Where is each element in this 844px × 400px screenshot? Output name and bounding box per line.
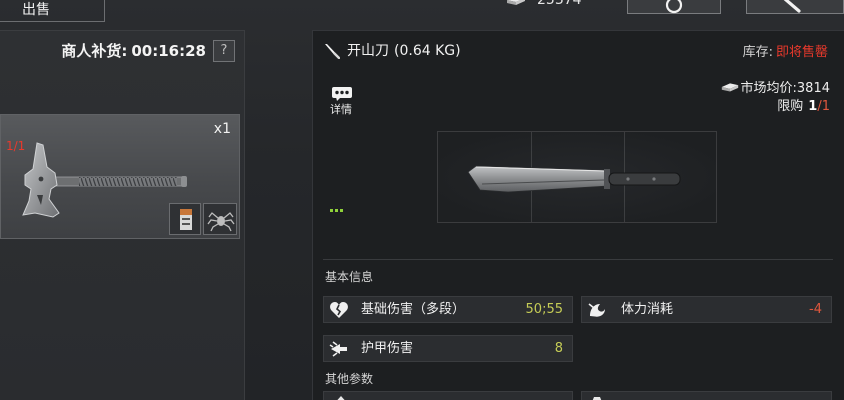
stat-value: 50;55 <box>525 302 563 317</box>
purchase-limit: 限购 1/1 <box>777 99 830 115</box>
details-label: 详情 <box>330 103 352 116</box>
basic-info-title: 基本信息 <box>325 270 374 284</box>
item-thumbnail-icon <box>180 209 192 230</box>
quality-dot <box>340 209 343 212</box>
restock-time: 00:16:28 <box>131 42 206 60</box>
attribute-icon <box>592 397 602 400</box>
purchase-limit-value: 1 <box>808 99 818 114</box>
item-purchase-limit: 1/1 <box>6 139 26 153</box>
item-title: 开山刀 (0.64 KG) <box>324 43 461 59</box>
knife-icon <box>325 44 340 59</box>
sell-tab[interactable]: 出售 <box>0 0 105 22</box>
stat-armor-damage: 护甲伤害 8 <box>323 335 573 362</box>
stat-stamina-cost: 体力消耗 -4 <box>581 296 832 323</box>
item-card[interactable]: x1 1/1 <box>0 114 240 239</box>
back-icon <box>783 0 801 13</box>
currency-balance: 25374 <box>505 0 582 7</box>
quality-dot <box>335 209 338 212</box>
other-params-title: 其他参数 <box>325 372 374 386</box>
sell-tab-label: 出售 <box>22 2 50 18</box>
refresh-icon <box>665 0 683 14</box>
market-price-label: 市场均价: <box>740 81 797 96</box>
item-weight: (0.64 KG) <box>394 43 461 59</box>
stat-row-partial <box>581 391 832 400</box>
stat-value: -4 <box>809 302 822 317</box>
item-preview-grid <box>437 131 717 223</box>
stat-base-damage: 基础伤害（多段） 50;55 <box>323 296 573 323</box>
item-detail-panel: 开山刀 (0.64 KG) 库存: 即将售罄 详情 市场均价: 3814 限购 1/1 <box>312 30 844 400</box>
back-button[interactable] <box>746 0 844 14</box>
stock-status-value: 即将售罄 <box>775 45 828 60</box>
help-button[interactable]: ? <box>213 40 235 62</box>
quality-indicator <box>330 209 343 212</box>
purchase-limit-label: 限购 <box>777 99 804 114</box>
item-thumbnail-button[interactable] <box>169 203 201 235</box>
item-quantity: x1 <box>213 121 231 137</box>
armor-pierce-icon <box>329 341 347 357</box>
silver-bars-icon <box>721 83 738 92</box>
help-icon: ? <box>220 43 228 58</box>
stock-label: 库存: <box>742 45 773 60</box>
attribute-icon <box>337 396 345 400</box>
stat-label: 护甲伤害 <box>361 341 414 356</box>
spider-button[interactable] <box>203 203 237 235</box>
chat-bubble-icon <box>332 87 352 101</box>
item-name: 开山刀 <box>347 43 389 59</box>
market-price-value: 3814 <box>796 81 830 96</box>
machete-image <box>467 165 681 193</box>
silver-bars-icon <box>507 0 525 5</box>
broken-heart-icon <box>330 302 348 318</box>
restock-timer: 商人补货: 00:16:28 <box>20 42 206 60</box>
stock-status: 库存: 即将售罄 <box>743 45 828 61</box>
divider <box>323 259 833 260</box>
stat-label: 体力消耗 <box>621 302 674 317</box>
stamina-icon <box>588 303 605 317</box>
currency-amount: 25374 <box>537 0 582 8</box>
details-button[interactable]: 详情 <box>328 85 354 119</box>
refresh-button[interactable] <box>627 0 721 14</box>
restock-label: 商人补货: <box>61 42 128 60</box>
stat-value: 8 <box>554 341 563 356</box>
stat-label: 基础伤害（多段） <box>361 302 466 317</box>
spider-icon <box>207 212 235 232</box>
purchase-limit-max: /1 <box>817 99 830 114</box>
market-average-price: 市场均价: 3814 <box>720 81 830 97</box>
stat-row-partial <box>323 391 573 400</box>
merchant-stock-panel: 商人补货: 00:16:28 ? x1 1/1 <box>0 30 245 400</box>
quality-dot <box>330 209 333 212</box>
